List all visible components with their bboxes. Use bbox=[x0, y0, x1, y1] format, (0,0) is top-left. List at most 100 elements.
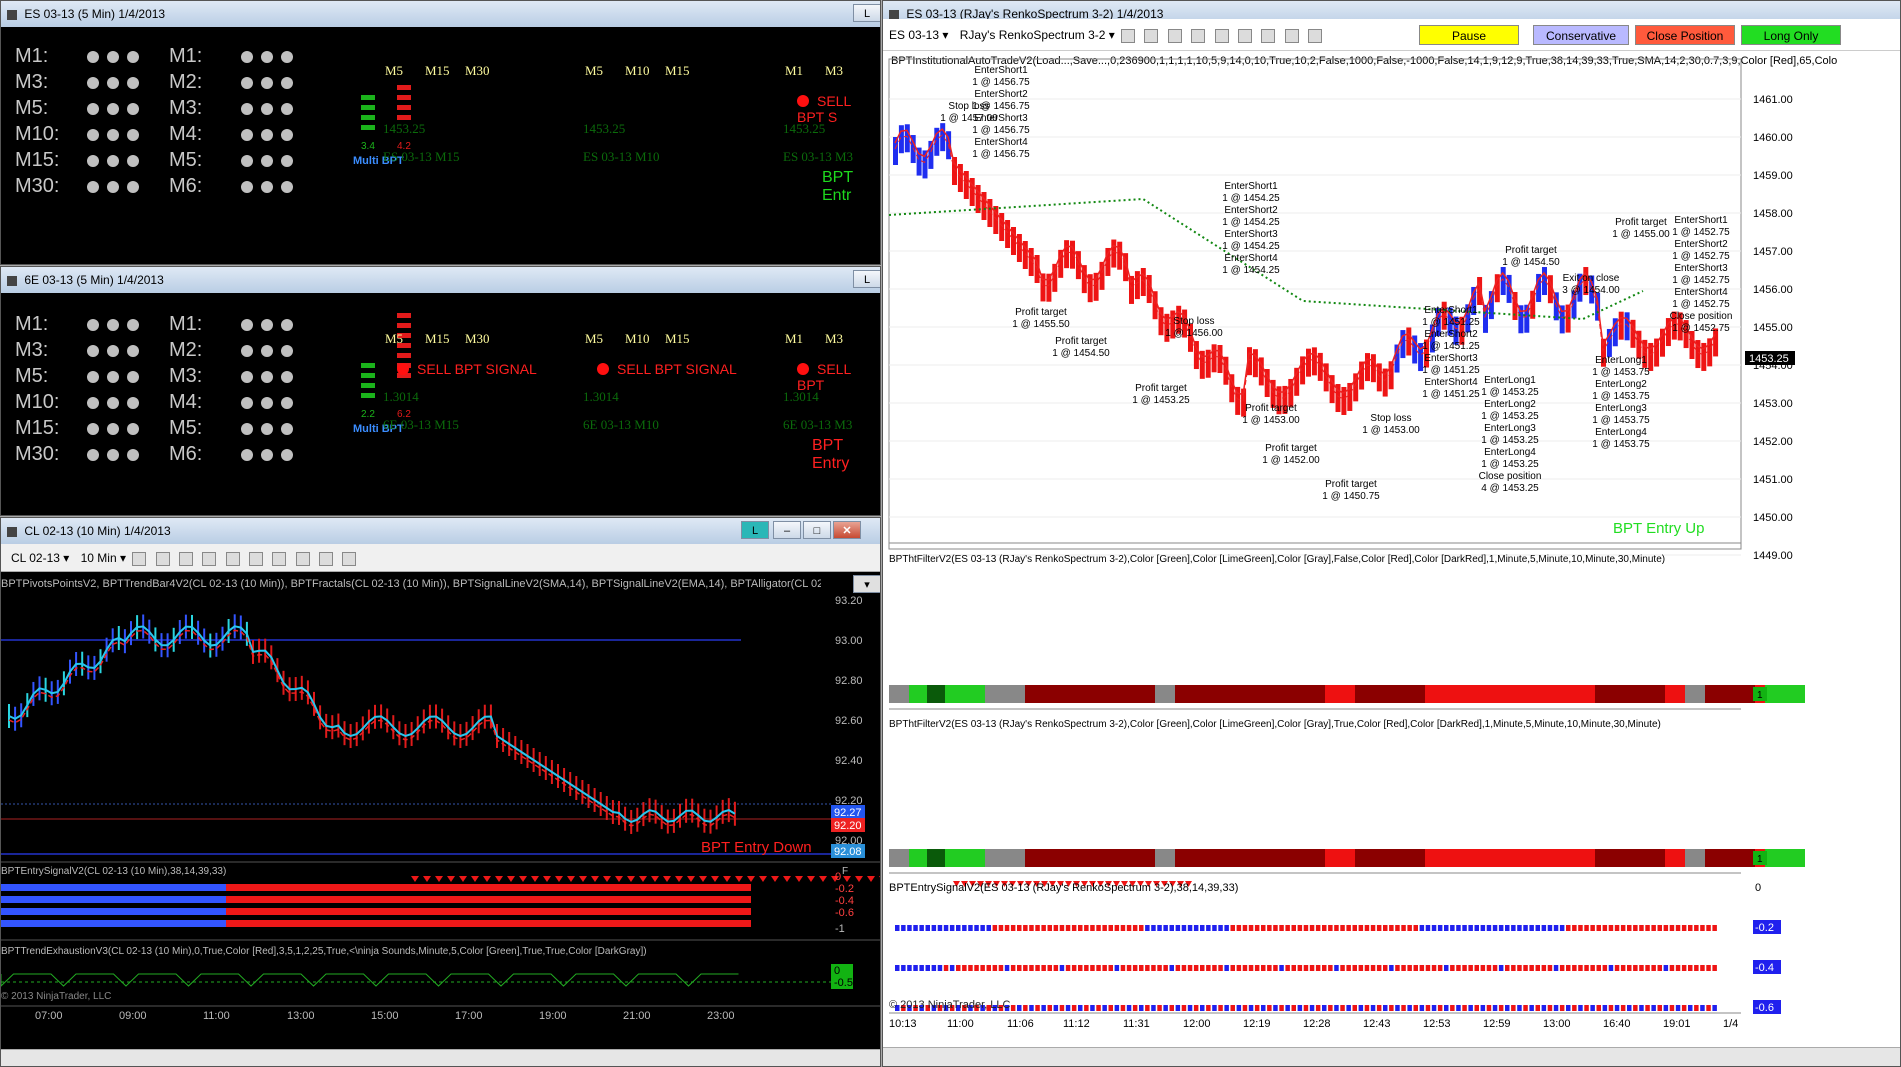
signal-square bbox=[1212, 925, 1217, 931]
renko-bar bbox=[1064, 240, 1070, 269]
properties-icon[interactable] bbox=[1284, 28, 1299, 43]
signal-square bbox=[1279, 925, 1284, 931]
signal-square bbox=[949, 925, 955, 931]
signal-square bbox=[1145, 925, 1150, 931]
signal-square bbox=[1712, 1005, 1717, 1011]
signal-square bbox=[1700, 1005, 1705, 1011]
signal-triangle bbox=[879, 876, 880, 878]
cl-l-button[interactable]: L bbox=[741, 521, 769, 539]
bar-type-icon[interactable] bbox=[1121, 28, 1136, 43]
signal-square bbox=[1187, 1005, 1193, 1011]
signal-square bbox=[1352, 925, 1357, 931]
strategy-mode-button[interactable]: Pause bbox=[1419, 25, 1519, 45]
strategies-icon[interactable] bbox=[1261, 28, 1276, 43]
e6-panel-titlebar[interactable]: 6E 03-13 (5 Min) 1/4/2013 bbox=[1, 267, 880, 293]
es-type-select[interactable]: RJay's RenkoSpectrum 3-2 bbox=[960, 28, 1106, 42]
signal-square bbox=[1328, 925, 1333, 931]
cl-instrument-select[interactable]: CL 02-13 bbox=[11, 551, 60, 565]
cl-horizontal-scrollbar[interactable] bbox=[1, 1049, 880, 1066]
signal-square bbox=[1462, 1005, 1467, 1011]
zoom-icon[interactable] bbox=[225, 551, 240, 566]
signal-dot bbox=[87, 423, 99, 435]
signal-square bbox=[1132, 965, 1138, 971]
timeframe-header: M3 bbox=[825, 331, 844, 346]
signal-square bbox=[1035, 1005, 1040, 1011]
data-box-icon[interactable] bbox=[1307, 28, 1322, 43]
timeframe-header: M10 bbox=[625, 63, 650, 78]
timeframe-label: M3: bbox=[169, 365, 203, 387]
pencil-icon[interactable] bbox=[155, 551, 170, 566]
strategies-icon[interactable] bbox=[272, 551, 287, 566]
trade-annotation: 1 @ 1456.75 bbox=[972, 149, 1030, 160]
es-horizontal-scrollbar[interactable] bbox=[883, 1047, 1900, 1066]
filter-segment bbox=[1155, 849, 1175, 867]
crosshair-icon[interactable] bbox=[1191, 28, 1206, 43]
sell-signal-text: SELL BPT SIGNAL bbox=[617, 361, 737, 377]
indicators-icon[interactable] bbox=[249, 551, 264, 566]
timeframe-label: M1: bbox=[169, 45, 203, 67]
signal-square bbox=[1071, 925, 1077, 931]
chevron-down-icon[interactable]: ▾ bbox=[1109, 28, 1118, 42]
signal-square bbox=[962, 965, 967, 971]
es-panel-titlebar[interactable]: ES 03-13 (5 Min) 1/4/2013 bbox=[1, 1, 880, 27]
pencil-icon[interactable] bbox=[1144, 28, 1159, 43]
signal-square bbox=[1431, 925, 1437, 931]
close-icon[interactable]: ✕ bbox=[833, 521, 861, 539]
price-tick-label: 93.00 bbox=[835, 635, 863, 647]
trade-annotation: EnterLong2 bbox=[1595, 379, 1647, 390]
signal-square bbox=[1230, 965, 1235, 971]
signal-square bbox=[998, 965, 1004, 971]
filter-segment bbox=[985, 685, 1025, 703]
strategy-mode-button[interactable]: Close Position bbox=[1635, 25, 1735, 45]
signal-triangle bbox=[495, 876, 503, 882]
signal-square bbox=[1126, 1005, 1132, 1011]
crosshair-icon[interactable] bbox=[202, 551, 217, 566]
cl-interval-select[interactable]: 10 Min bbox=[81, 551, 117, 565]
trade-annotation: 1 @ 1452.00 bbox=[1262, 455, 1320, 466]
es-multi-panel: ES 03-13 (5 Min) 1/4/2013 L M1: M3: M5: M10… bbox=[0, 0, 881, 265]
bar-type-icon[interactable] bbox=[132, 551, 147, 566]
e6-multi-panel: 6E 03-13 (5 Min) 1/4/2013 L M1: M3: M5: M10… bbox=[0, 266, 881, 516]
indicators-icon[interactable] bbox=[1237, 28, 1252, 43]
template-icon[interactable] bbox=[342, 551, 357, 566]
renko-bar bbox=[1370, 354, 1376, 383]
draw-tools-icon[interactable] bbox=[179, 551, 194, 566]
minimize-icon[interactable]: – bbox=[773, 521, 801, 539]
signal-square bbox=[1218, 1005, 1223, 1011]
cl-chart-canvas[interactable]: 93.2093.0092.8092.6092.4092.2092.0092.27… bbox=[1, 574, 881, 1054]
timeframe-label: M10: bbox=[15, 391, 60, 413]
chevron-down-icon[interactable]: ▾ bbox=[942, 28, 951, 42]
time-axis-label: 09:00 bbox=[119, 1010, 147, 1022]
signal-square bbox=[1096, 925, 1101, 931]
strategy-mode-button[interactable]: Conservative bbox=[1533, 25, 1629, 45]
filter-tag-label: 1 bbox=[1757, 690, 1763, 701]
chevron-down-icon[interactable]: ▾ bbox=[120, 551, 129, 565]
cl-f-button[interactable]: F bbox=[842, 866, 848, 877]
signal-square bbox=[1151, 925, 1156, 931]
es-panel-l-button[interactable]: L bbox=[853, 4, 880, 22]
signal-triangle bbox=[771, 876, 779, 882]
signal-dot bbox=[261, 423, 273, 435]
zoom-icon[interactable] bbox=[1214, 28, 1229, 43]
signal-price: 1453.25 bbox=[583, 121, 626, 136]
maximize-icon[interactable]: □ bbox=[803, 521, 831, 539]
timeframe-label: M30: bbox=[15, 175, 60, 197]
signal-square bbox=[1480, 965, 1486, 971]
time-axis-label: 19:00 bbox=[539, 1010, 567, 1022]
properties-icon[interactable] bbox=[295, 551, 310, 566]
filter-segment bbox=[1025, 849, 1155, 867]
chevron-down-icon[interactable]: ▾ bbox=[63, 551, 72, 565]
e6-panel-l-button[interactable]: L bbox=[853, 270, 880, 288]
signal-square bbox=[1669, 965, 1675, 971]
strategy-mode-button[interactable]: Long Only bbox=[1741, 25, 1841, 45]
signal-square bbox=[1370, 1005, 1376, 1011]
green-strength-bar bbox=[361, 393, 375, 398]
trade-annotation: EnterShort4 bbox=[974, 137, 1028, 148]
signal-square bbox=[1108, 1005, 1113, 1011]
signal-square bbox=[1523, 1005, 1528, 1011]
draw-tools-icon[interactable] bbox=[1167, 28, 1182, 43]
data-box-icon[interactable] bbox=[319, 551, 334, 566]
es-instrument-select[interactable]: ES 03-13 bbox=[889, 28, 939, 42]
signal-dot bbox=[241, 129, 253, 141]
signal-square bbox=[907, 965, 912, 971]
